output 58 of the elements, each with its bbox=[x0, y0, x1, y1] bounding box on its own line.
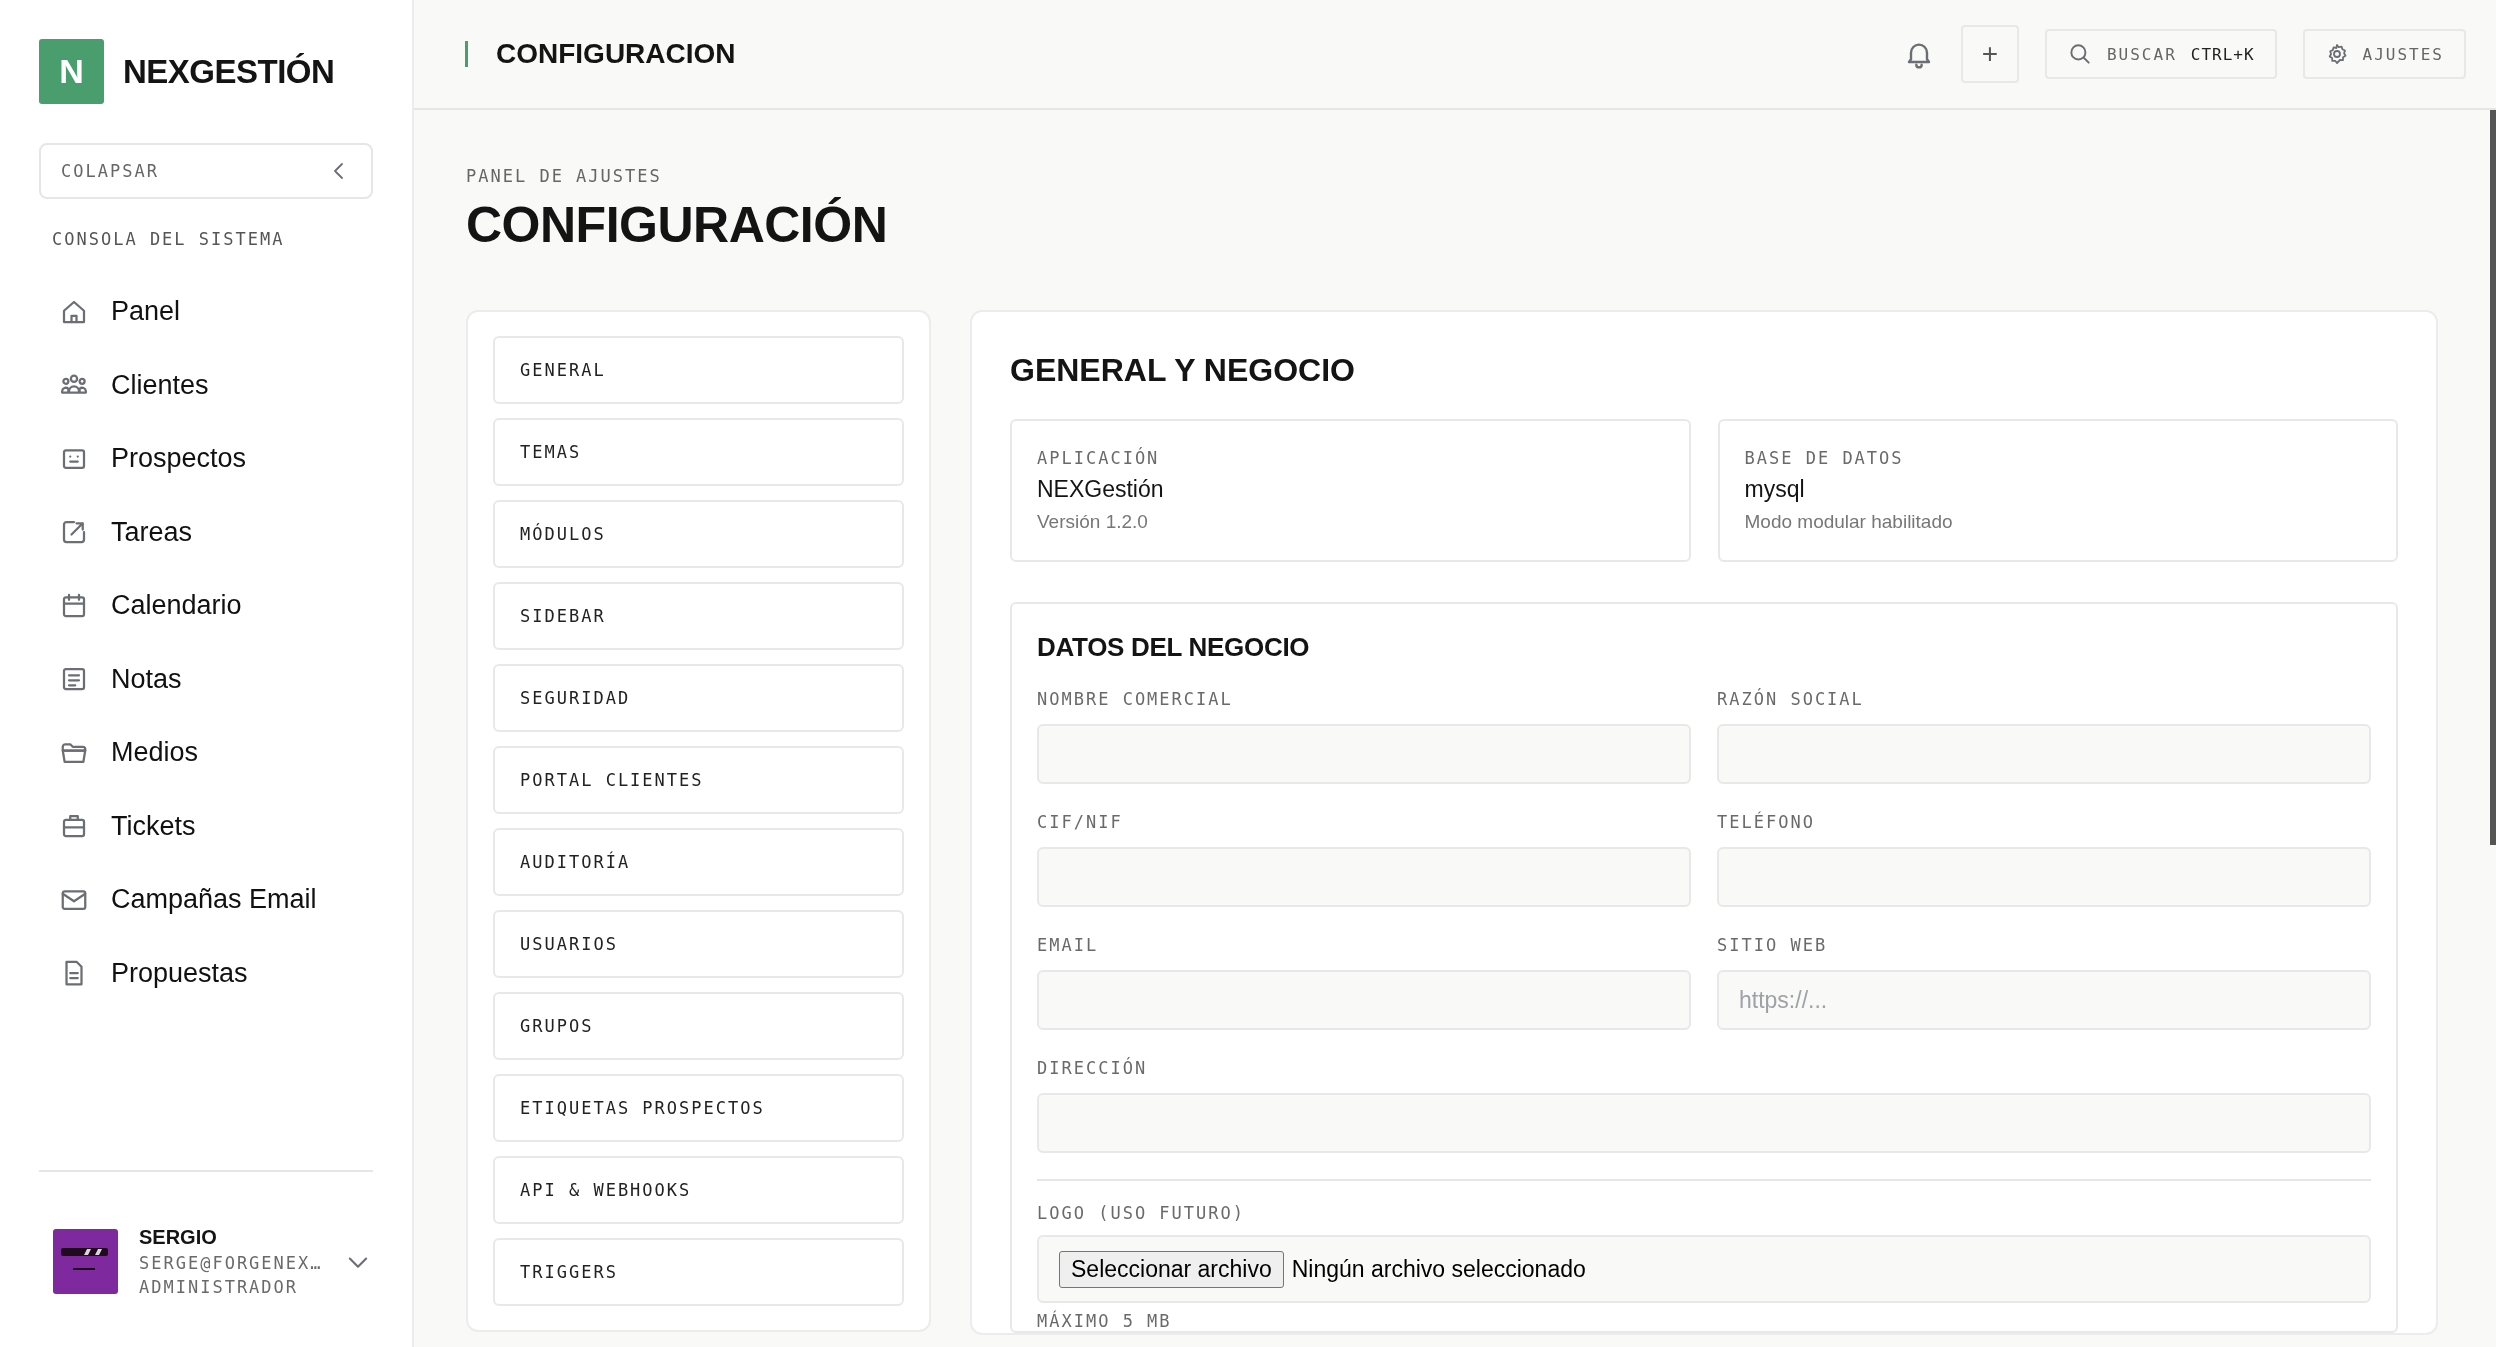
settings-nav-item[interactable]: PORTAL CLIENTES bbox=[493, 746, 904, 814]
input-field[interactable]: https://... bbox=[1717, 970, 2371, 1030]
settings-nav-item[interactable]: AUDITORÍA bbox=[493, 828, 904, 896]
nav-link[interactable]: Calendario bbox=[111, 590, 242, 622]
file-field[interactable]: Seleccionar archivo Ningún archivo seleccionado bbox=[1037, 1235, 2371, 1303]
user-role: ADMINISTRADOR bbox=[139, 1277, 300, 1297]
info-value: mysql bbox=[1744, 476, 1806, 503]
settings-button[interactable]: AJUSTES bbox=[2302, 29, 2466, 79]
info-label: BASE DE DATOS bbox=[1744, 448, 1905, 468]
settings-nav-item[interactable]: SIDEBAR bbox=[493, 582, 904, 650]
settings-nav-item[interactable]: GRUPOS bbox=[493, 992, 904, 1060]
panel-title: DATOS DEL NEGOCIO bbox=[1037, 632, 1311, 663]
field-label: CIF/NIF bbox=[1037, 812, 1124, 832]
nav-link[interactable]: Propuestas bbox=[111, 957, 248, 989]
field-label: RAZÓN SOCIAL bbox=[1717, 689, 1865, 709]
section-label: CONSOLA DEL SISTEMA bbox=[52, 229, 286, 249]
field-label: EMAIL bbox=[1037, 935, 1100, 955]
section-title: GENERAL Y NEGOCIO bbox=[1010, 352, 1356, 389]
settings-nav-item[interactable]: USUARIOS bbox=[493, 910, 904, 978]
nav-link[interactable]: Clientes bbox=[111, 369, 209, 401]
field-label: DIRECCIÓN bbox=[1037, 1058, 1149, 1078]
search-button[interactable]: BUSCAR CTRL+K bbox=[2044, 29, 2277, 79]
add-button[interactable]: + bbox=[1960, 25, 2019, 83]
settings-nav-item[interactable]: TEMAS bbox=[493, 418, 904, 486]
settings-nav-item[interactable]: MÓDULOS bbox=[493, 500, 904, 568]
settings-nav-item[interactable]: ETIQUETAS PROSPECTOS bbox=[493, 1074, 904, 1142]
settings-nav-item[interactable]: TRIGGERS bbox=[493, 1238, 904, 1306]
user-name: SERGIO bbox=[139, 1226, 218, 1249]
page-eyebrow: PANEL DE AJUSTES bbox=[466, 166, 663, 186]
file-status: Ningún archivo seleccionado bbox=[1291, 1255, 1586, 1283]
scrollbar[interactable] bbox=[2490, 110, 2496, 845]
brand-logo: N bbox=[39, 39, 104, 104]
field-hint: MÁXIMO 5 MB bbox=[1037, 1311, 1173, 1331]
brand-name: NEXGESTIÓN bbox=[123, 52, 335, 91]
page-title: CONFIGURACIÓN bbox=[466, 196, 889, 254]
nav-link[interactable]: Panel bbox=[111, 296, 181, 328]
nav-link[interactable]: Campañas Email bbox=[111, 884, 317, 916]
choose-file-button[interactable]: Seleccionar archivo bbox=[1059, 1250, 1284, 1288]
info-detail: Versión 1.2.0 bbox=[1037, 511, 1149, 533]
info-detail: Modo modular habilitado bbox=[1744, 511, 1954, 533]
avatar bbox=[53, 1229, 118, 1294]
settings-nav-item[interactable]: API & WEBHOOKS bbox=[493, 1156, 904, 1224]
field-label: SITIO WEB bbox=[1717, 935, 1829, 955]
collapse-button[interactable]: COLAPSAR bbox=[39, 143, 373, 199]
field-label: NOMBRE COMERCIAL bbox=[1037, 689, 1234, 709]
field-label: LOGO (USO FUTURO) bbox=[1037, 1203, 1245, 1223]
user-email: SERGE@FORGENEX… bbox=[139, 1253, 323, 1273]
field-label: TELÉFONO bbox=[1717, 812, 1816, 832]
settings-nav-item[interactable]: SEGURIDAD bbox=[493, 664, 904, 732]
settings-nav-item[interactable]: GENERAL bbox=[493, 336, 904, 404]
info-value: NEXGestión bbox=[1037, 476, 1165, 503]
nav-link[interactable]: Tickets bbox=[111, 810, 196, 842]
nav-link[interactable]: Medios bbox=[111, 737, 199, 769]
page-header-title: CONFIGURACION bbox=[496, 38, 737, 70]
nav-link[interactable]: Tareas bbox=[111, 516, 193, 548]
nav-link[interactable]: Notas bbox=[111, 663, 182, 695]
info-label: APLICACIÓN bbox=[1037, 448, 1161, 468]
nav-link[interactable]: Prospectos bbox=[111, 443, 247, 475]
